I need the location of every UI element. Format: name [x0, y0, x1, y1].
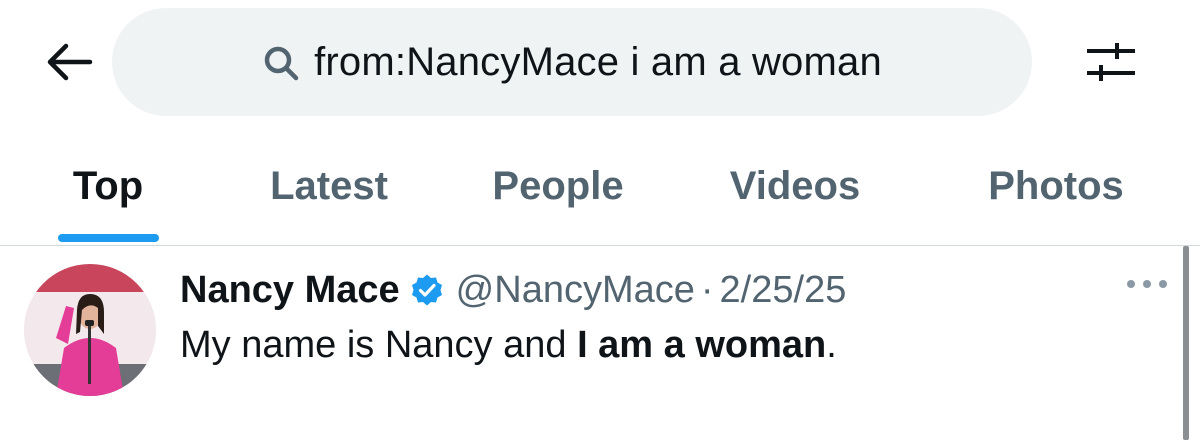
tab-top[interactable]: Top [48, 138, 168, 246]
back-arrow-icon [42, 42, 94, 87]
tab-people[interactable]: People [468, 138, 648, 246]
scrollbar[interactable] [1183, 246, 1189, 440]
more-dots-icon [1125, 277, 1169, 295]
avatar[interactable] [24, 264, 156, 396]
tweet-header: Nancy Mace @NancyMace · 2/25/25 [180, 266, 846, 314]
tab-people-label: People [492, 164, 624, 208]
tweet-text-highlight: I am a woman [577, 324, 827, 366]
search-tabs: Top Latest People Videos Photos [0, 138, 1200, 246]
tab-videos-label: Videos [729, 164, 861, 208]
search-input[interactable]: from:NancyMace i am a woman [112, 8, 1032, 116]
tab-videos[interactable]: Videos [706, 138, 884, 246]
search-query: from:NancyMace i am a woman [314, 39, 882, 84]
tab-photos[interactable]: Photos [966, 138, 1146, 246]
author-handle[interactable]: @NancyMace [456, 269, 695, 312]
tab-top-label: Top [72, 164, 144, 208]
active-tab-indicator [58, 234, 159, 242]
tweet-text-regular: My name is Nancy and [180, 324, 578, 366]
filter-sliders-icon [1083, 39, 1139, 90]
tab-latest-label: Latest [270, 164, 388, 208]
back-button[interactable] [36, 36, 100, 92]
verified-badge-icon[interactable] [410, 273, 444, 307]
tab-latest[interactable]: Latest [248, 138, 410, 246]
tab-photos-label: Photos [988, 164, 1124, 208]
tweet[interactable]: Nancy Mace @NancyMace · 2/25/25 My name … [0, 246, 1200, 440]
search-icon [262, 44, 300, 82]
more-options-button[interactable] [1122, 274, 1172, 298]
author-display-name[interactable]: Nancy Mace [180, 269, 400, 312]
tweet-date[interactable]: 2/25/25 [720, 269, 847, 312]
tweet-text: My name is Nancy and I am a woman. [180, 324, 837, 367]
search-filter-button[interactable] [1076, 36, 1146, 92]
search-header: from:NancyMace i am a woman [0, 0, 1200, 125]
meta-separator: · [700, 268, 714, 311]
tweet-text-end: . [826, 324, 837, 366]
